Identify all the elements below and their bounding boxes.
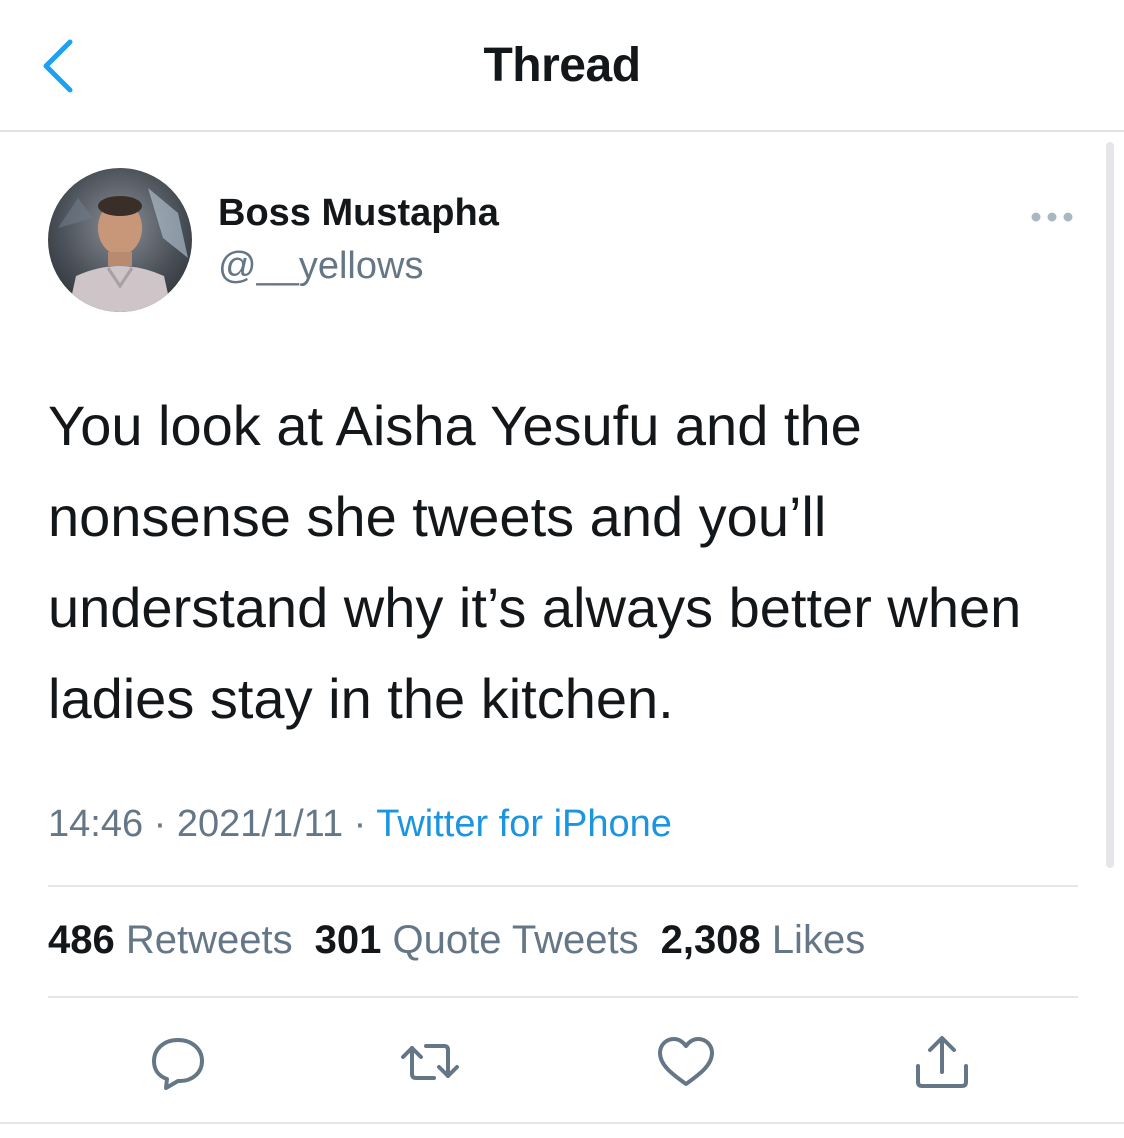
more-options-button[interactable] xyxy=(1022,200,1082,234)
tweet-text: You look at Aisha Yesufu and the nonsens… xyxy=(48,394,1022,730)
like-icon xyxy=(658,1037,714,1086)
tweet-source-link[interactable]: Twitter for iPhone xyxy=(376,803,672,845)
retweets-stat[interactable]: 486 Retweets xyxy=(48,918,293,962)
reply-icon xyxy=(152,1038,204,1090)
more-horizontal-icon xyxy=(1031,212,1073,222)
author-handle[interactable]: @__yellows xyxy=(218,245,423,288)
tweet-date: 2021/1/11 xyxy=(176,803,344,845)
likes-count: 2,308 xyxy=(660,918,761,962)
retweet-button[interactable] xyxy=(398,1030,462,1094)
retweets-count: 486 xyxy=(48,918,115,962)
page-title: Thread xyxy=(483,39,641,92)
divider xyxy=(0,1122,1124,1124)
profile-photo xyxy=(48,168,192,312)
navigation-bar: Thread xyxy=(0,0,1124,132)
avatar[interactable] xyxy=(48,168,192,312)
engagement-stats: 486 Retweets 301 Quote Tweets 2,308 Likes xyxy=(48,918,887,963)
divider xyxy=(48,885,1078,887)
like-button[interactable] xyxy=(654,1030,718,1094)
share-button[interactable] xyxy=(910,1030,974,1094)
quote-tweets-label: Quote Tweets xyxy=(392,918,639,962)
quote-tweets-count: 301 xyxy=(314,918,382,962)
scrollbar[interactable] xyxy=(1106,142,1114,868)
tweet-time: 14:46 xyxy=(48,803,144,845)
tweet-metadata: 14:46 · 2021/1/11 · Twitter for iPhone xyxy=(48,803,672,846)
retweets-label: Retweets xyxy=(125,918,293,962)
share-icon xyxy=(916,1036,968,1088)
likes-label: Likes xyxy=(771,918,866,962)
reply-button[interactable] xyxy=(146,1030,210,1094)
meta-separator: · xyxy=(343,803,377,845)
likes-stat[interactable]: 2,308 Likes xyxy=(661,918,866,962)
meta-separator: · xyxy=(143,803,177,845)
quote-tweets-stat[interactable]: 301 Quote Tweets xyxy=(315,918,639,962)
divider xyxy=(48,996,1078,998)
author-name[interactable]: Boss Mustapha xyxy=(218,192,499,235)
retweet-icon xyxy=(401,1044,459,1080)
